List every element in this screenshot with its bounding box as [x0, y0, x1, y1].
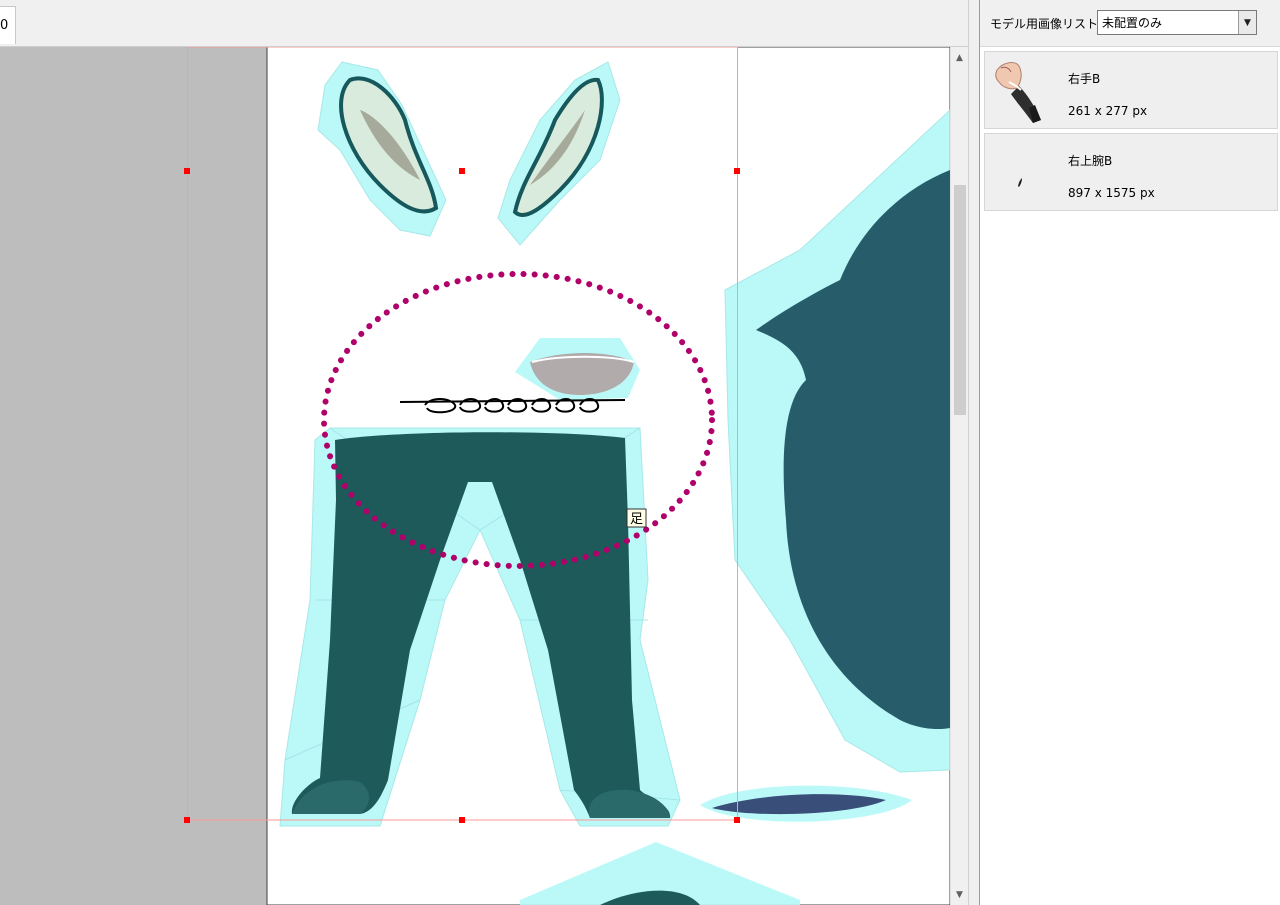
document-tab-label: 0	[0, 18, 9, 33]
image-list-label: モデル用画像リスト	[990, 17, 1099, 31]
tab-strip: 0	[0, 0, 972, 47]
part-name-label: 足	[626, 508, 647, 528]
image-size: 261 x 277 px	[1068, 104, 1148, 118]
handle-top-center[interactable]	[459, 168, 465, 174]
panel-splitter[interactable]	[968, 0, 980, 905]
image-name: 右上腕B	[1068, 154, 1113, 168]
texture-canvas[interactable]: 足	[0, 47, 950, 905]
model-image-list-panel: モデル用画像リスト 未配置のみ ▼ 右手B 261 x 277 px 右上腕B …	[980, 0, 1280, 905]
image-list: 右手B 261 x 277 px 右上腕B 897 x 1575 px	[980, 47, 1280, 211]
canvas-drawing[interactable]: 足	[0, 47, 950, 905]
handle-bottom-right[interactable]	[734, 817, 740, 823]
chevron-down-icon[interactable]: ▼	[1238, 11, 1256, 34]
document-tab[interactable]: 0	[0, 6, 16, 44]
vertical-scrollbar[interactable]: ▲ ▼	[950, 47, 968, 905]
image-name: 右手B	[1068, 72, 1101, 86]
handle-top-right[interactable]	[734, 168, 740, 174]
list-item[interactable]: 右上腕B 897 x 1575 px	[984, 133, 1278, 211]
image-filter-value: 未配置のみ	[1102, 16, 1163, 30]
list-item[interactable]: 右手B 261 x 277 px	[984, 51, 1278, 129]
scroll-down-arrow-icon[interactable]: ▼	[951, 886, 968, 903]
thin-stroke-thumbnail-icon	[1018, 178, 1022, 187]
scroll-thumb[interactable]	[954, 185, 966, 415]
part-name-text: 足	[630, 512, 643, 527]
image-filter-select[interactable]: 未配置のみ ▼	[1097, 10, 1257, 35]
texture-editor: 0 足 ▲ ▼	[0, 0, 972, 905]
arm-hand-thumbnail-icon	[995, 62, 1041, 123]
image-list-header: モデル用画像リスト 未配置のみ ▼	[980, 0, 1280, 47]
handle-bottom-center[interactable]	[459, 817, 465, 823]
handle-bottom-left[interactable]	[184, 817, 190, 823]
handle-top-left[interactable]	[184, 168, 190, 174]
scroll-up-arrow-icon[interactable]: ▲	[951, 49, 968, 66]
image-size: 897 x 1575 px	[1068, 186, 1155, 200]
